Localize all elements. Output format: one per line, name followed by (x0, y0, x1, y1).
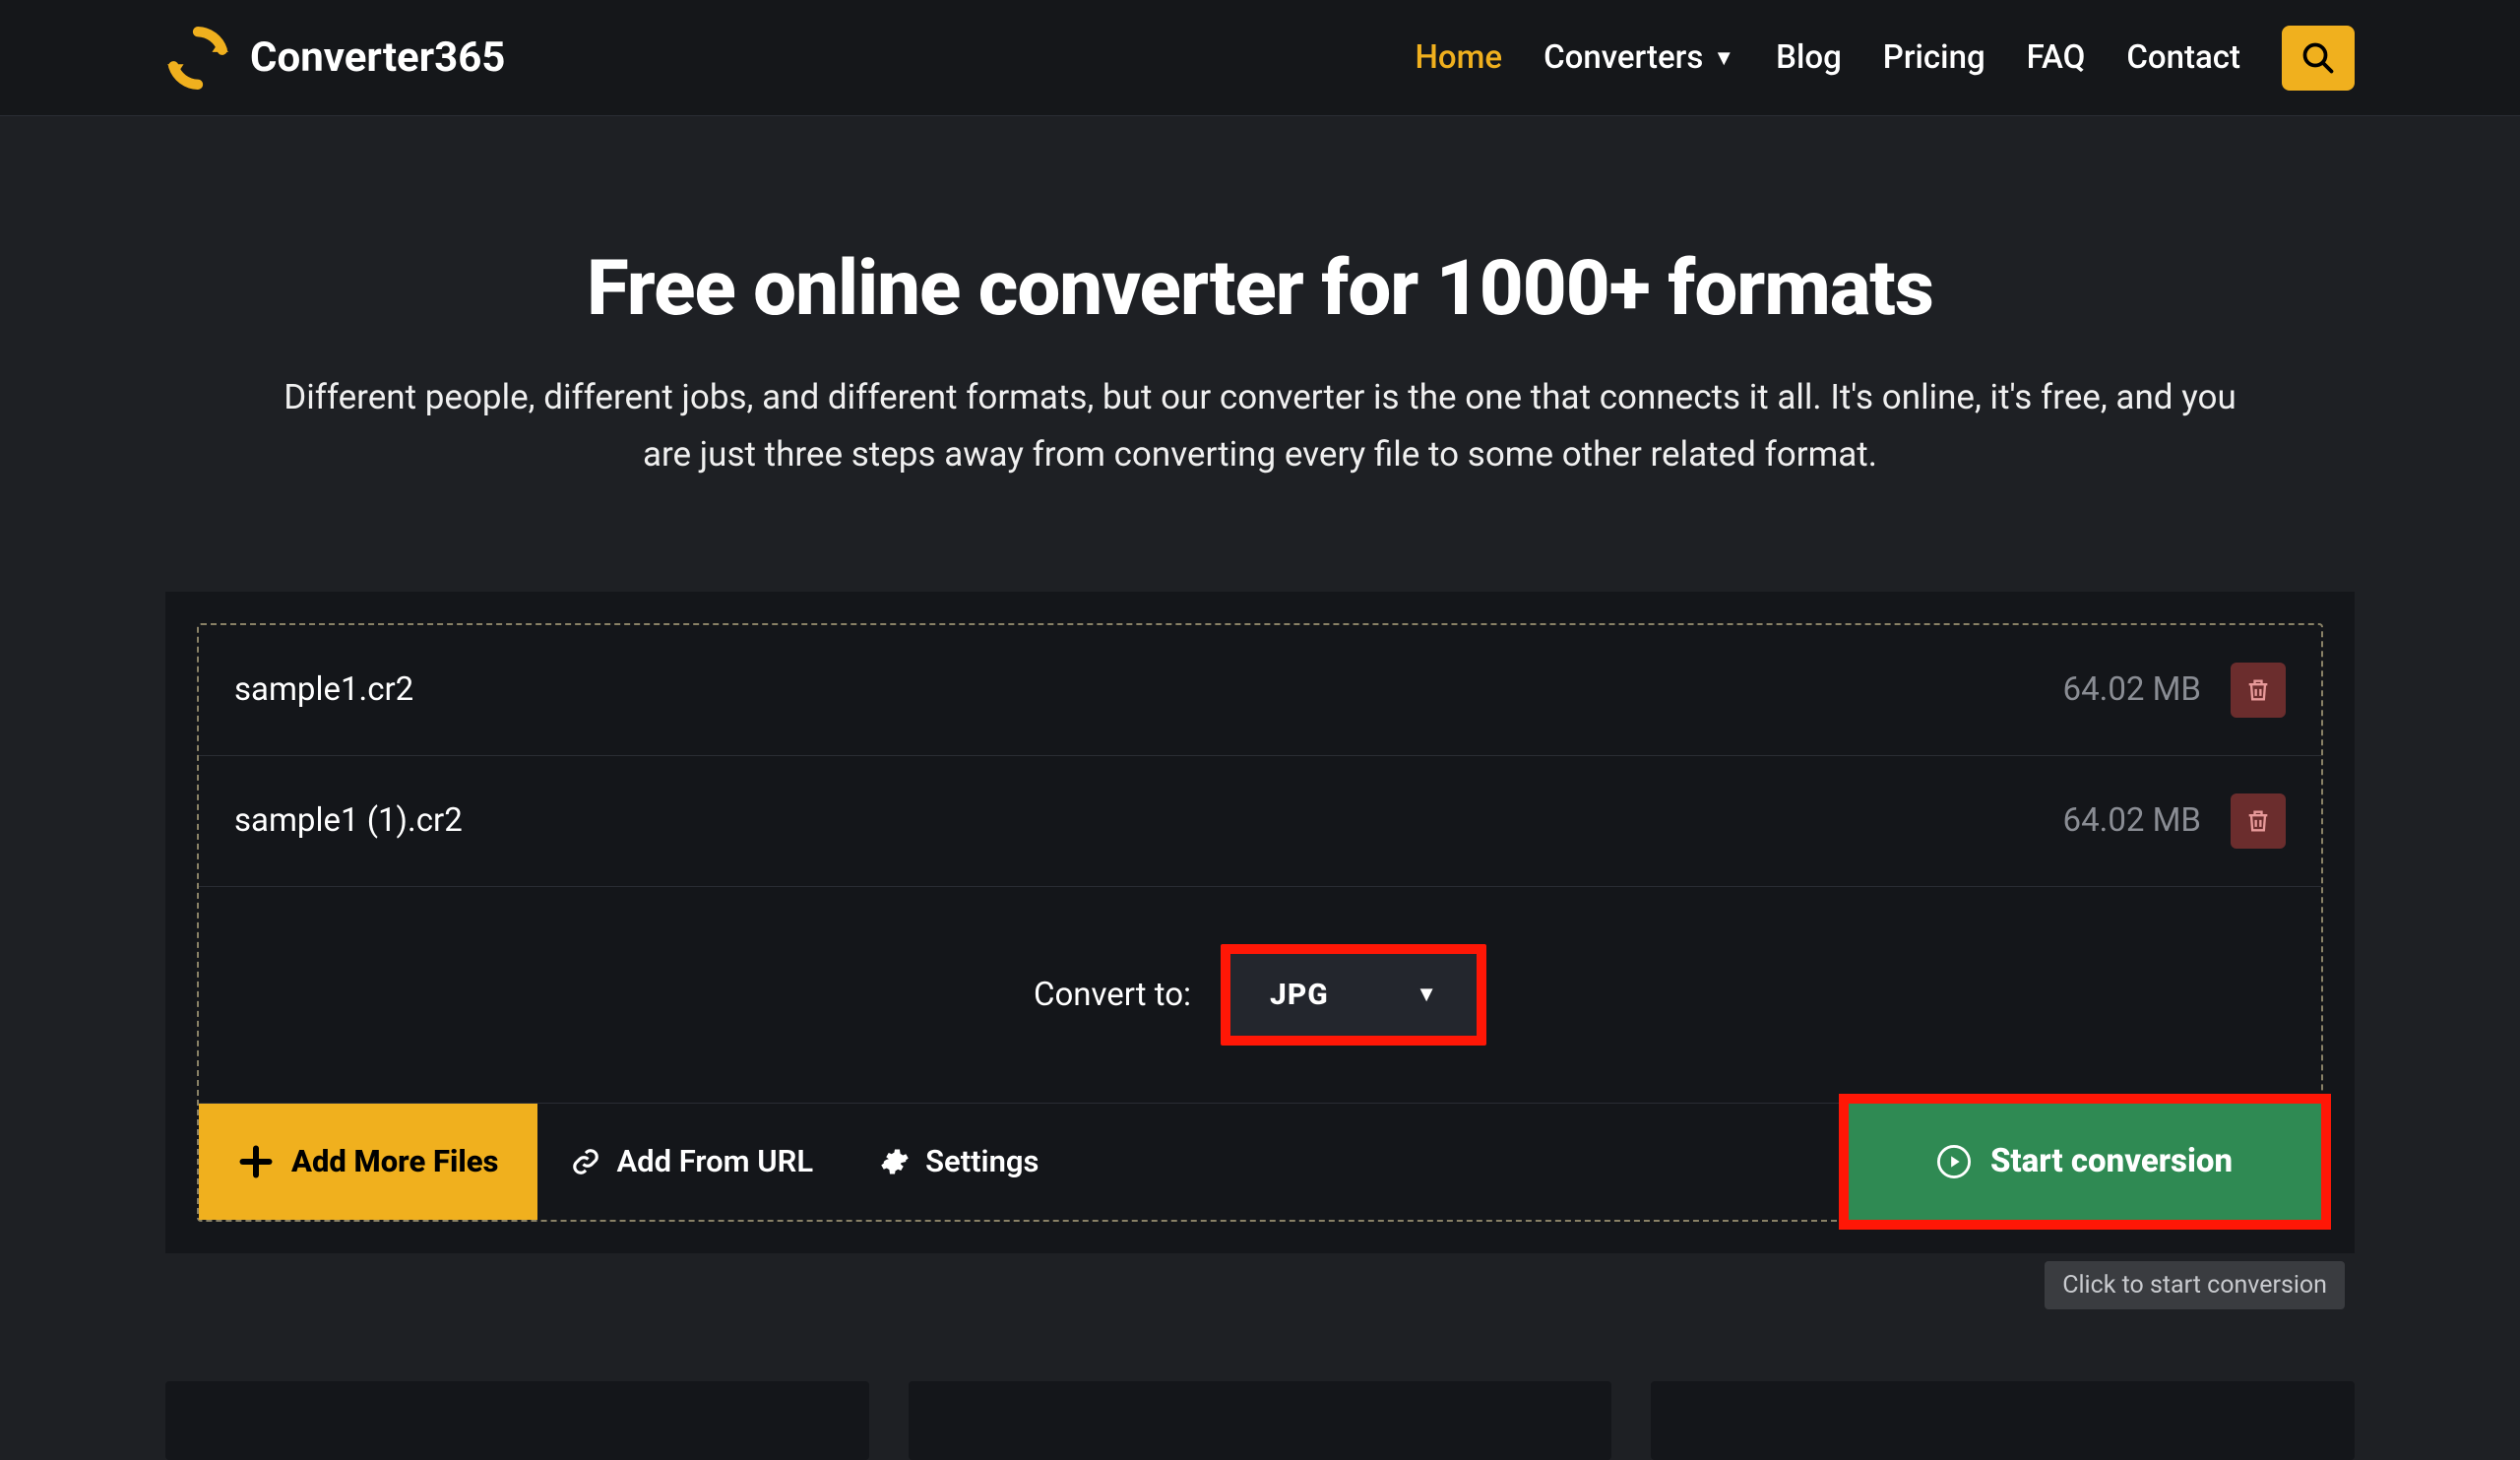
file-row: sample1 (1).cr2 64.02 MB (199, 756, 2321, 887)
page-title: Free online converter for 1000+ formats (256, 244, 2264, 334)
play-circle-icon (1937, 1145, 1971, 1178)
start-label: Start conversion (1990, 1142, 2233, 1180)
drop-zone[interactable]: sample1.cr2 64.02 MB sample1 (1).cr2 64.… (197, 623, 2323, 1222)
nav-converters[interactable]: Converters ▼ (1544, 38, 1734, 77)
chevron-down-icon: ▼ (1416, 982, 1437, 1007)
info-cards (165, 1381, 2355, 1460)
actions-row: Add More Files Add From URL Settings (199, 1104, 2321, 1220)
hero: Free online converter for 1000+ formats … (0, 116, 2520, 483)
delete-file-button[interactable] (2231, 663, 2286, 718)
gear-icon (880, 1147, 910, 1176)
page-subtitle: Different people, different jobs, and di… (256, 369, 2264, 483)
link-icon (571, 1147, 600, 1176)
settings-label: Settings (925, 1143, 1039, 1179)
info-card (909, 1381, 1612, 1460)
search-icon (2300, 40, 2336, 76)
info-card (1651, 1381, 2355, 1460)
converter-panel: sample1.cr2 64.02 MB sample1 (1).cr2 64.… (165, 592, 2355, 1253)
file-size: 64.02 MB (2063, 670, 2201, 709)
nav-faq[interactable]: FAQ (2027, 38, 2086, 77)
trash-icon (2244, 676, 2272, 704)
settings-button[interactable]: Settings (847, 1143, 1072, 1179)
logo-icon (165, 26, 230, 91)
nav-converters-label: Converters (1544, 38, 1703, 77)
format-select[interactable]: JPG ▼ (1221, 944, 1486, 1046)
nav-contact[interactable]: Contact (2126, 38, 2240, 77)
add-more-label: Add More Files (291, 1143, 498, 1179)
logo[interactable]: Converter365 (165, 26, 505, 91)
trash-icon (2244, 807, 2272, 835)
add-from-url-button[interactable]: Add From URL (537, 1143, 847, 1179)
file-row: sample1.cr2 64.02 MB (199, 625, 2321, 756)
format-value: JPG (1270, 978, 1329, 1012)
logo-text: Converter365 (250, 33, 505, 82)
header: Converter365 Home Converters ▼ Blog Pric… (0, 0, 2520, 116)
start-conversion-button[interactable]: Start conversion (1849, 1104, 2321, 1220)
info-card (165, 1381, 869, 1460)
main-nav: Home Converters ▼ Blog Pricing FAQ Conta… (1416, 26, 2356, 91)
add-more-files-button[interactable]: Add More Files (199, 1104, 537, 1220)
delete-file-button[interactable] (2231, 793, 2286, 849)
convert-to-label: Convert to: (1034, 976, 1191, 1014)
nav-blog[interactable]: Blog (1776, 38, 1842, 77)
search-button[interactable] (2282, 26, 2355, 91)
tooltip: Click to start conversion (2045, 1261, 2345, 1309)
convert-to-row: Convert to: JPG ▼ (199, 887, 2321, 1104)
file-name: sample1 (1).cr2 (234, 801, 2063, 840)
nav-pricing[interactable]: Pricing (1883, 38, 1985, 77)
start-button-highlight: Start conversion (1839, 1094, 2331, 1230)
chevron-down-icon: ▼ (1713, 45, 1734, 71)
plus-icon (238, 1144, 274, 1179)
file-size: 64.02 MB (2063, 801, 2201, 840)
file-name: sample1.cr2 (234, 670, 2063, 709)
add-url-label: Add From URL (616, 1143, 813, 1179)
nav-home[interactable]: Home (1416, 38, 1503, 77)
